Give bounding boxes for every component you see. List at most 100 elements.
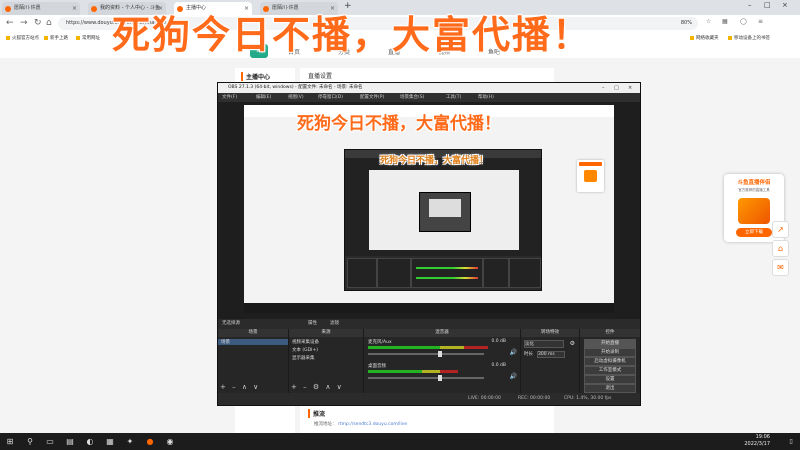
deep-nested-preview	[429, 199, 461, 217]
tab-1[interactable]: 愿陌川·许愿 ×	[2, 2, 80, 15]
menu-docks[interactable]: 停靠窗口(D)	[318, 93, 343, 102]
volume-slider[interactable]	[368, 351, 484, 357]
captured-taskbar	[244, 303, 614, 313]
studio-mode-button[interactable]: 工作室模式	[584, 366, 636, 375]
overlay-caption-deep: 死狗今日不播，大富代播！	[380, 156, 489, 166]
menu-edit[interactable]: 编辑(E)	[256, 93, 271, 102]
audio-mixer-dock: 混音器 麦克风/Aux 0.0 dB 桌面音频 0.0 dB 🔊 🔊	[364, 329, 521, 393]
account-icon[interactable]: ◯	[740, 18, 747, 25]
bookmark-item[interactable]: 移动设备上的书签	[728, 35, 770, 41]
nested-obs-docks	[345, 256, 541, 290]
menu-icon[interactable]: ≡	[758, 18, 763, 25]
properties-button[interactable]: 属性	[308, 319, 317, 329]
back-icon[interactable]: ←	[6, 18, 14, 28]
windows-taskbar: ⊞ ⚲ ▭ ▤ ◐ ▦ ✦ ● ◉ 19:06 2022/3/17 ▯	[0, 433, 800, 450]
maximize-icon[interactable]: □	[614, 83, 619, 93]
star-icon[interactable]: ☆	[706, 18, 711, 25]
rec-timer: REC: 00:00:00	[518, 396, 551, 401]
mixer-dock-title: 混音器	[364, 329, 520, 337]
slider-handle[interactable]	[438, 375, 442, 381]
menu-profile[interactable]: 配置文件(P)	[360, 93, 384, 102]
scene-controls[interactable]: + – ∧ ∨	[220, 383, 260, 391]
home-icon[interactable]: ⌂	[772, 240, 789, 257]
scenes-dock-title: 场景	[218, 329, 288, 337]
deep-nested-obs	[419, 192, 471, 232]
extensions-icon[interactable]: ▦	[722, 18, 728, 25]
obs-taskbar-icon[interactable]: ◉	[164, 436, 176, 447]
room-settings-title: 直播设置	[308, 73, 333, 80]
speaker-icon[interactable]: 🔊	[510, 373, 517, 380]
app-icon[interactable]: ✦	[124, 436, 136, 447]
maximize-icon[interactable]: □	[764, 1, 771, 9]
rtmp-section-title: 推流	[308, 409, 325, 418]
tab-label: 愿陌川·许愿	[14, 5, 41, 11]
transitions-dock-title: 转场特效	[521, 329, 579, 337]
menu-view[interactable]: 视图(V)	[288, 93, 304, 102]
nested-obs-preview	[345, 158, 541, 256]
menu-tools[interactable]: 工具(T)	[446, 93, 461, 102]
obs-menu-bar: 文件(F) 编辑(E) 视图(V) 停靠窗口(D) 配置文件(P) 场景集合(S…	[218, 93, 640, 102]
tab-favicon-icon	[5, 6, 11, 12]
search-icon[interactable]: ⚲	[24, 436, 36, 447]
reload-icon[interactable]: ↻	[34, 18, 42, 28]
download-button[interactable]: 立即下载	[736, 228, 772, 237]
source-item[interactable]: 视频采集设备	[292, 339, 319, 345]
start-streaming-button[interactable]: 开始直播	[584, 339, 636, 348]
zoom-level[interactable]: 80%	[681, 17, 692, 30]
forward-icon[interactable]: →	[20, 18, 28, 28]
virtual-camera-button[interactable]: 启动虚拟摄像机	[584, 357, 636, 366]
start-recording-button[interactable]: 开始录制	[584, 348, 636, 357]
source-item[interactable]: 文本 (GDI+)	[292, 347, 318, 353]
filters-button[interactable]: 滤镜	[330, 319, 339, 329]
menu-help[interactable]: 帮助(H)	[478, 93, 494, 102]
home-icon[interactable]: ⌂	[46, 18, 52, 28]
nested-dock	[483, 258, 509, 288]
close-icon[interactable]: ×	[628, 83, 632, 93]
start-icon[interactable]: ⊞	[4, 436, 16, 447]
rtmp-label: 推流地址：	[314, 422, 337, 427]
obs-preview[interactable]	[218, 102, 640, 319]
share-icon[interactable]: ↗	[772, 221, 789, 238]
volume-slider[interactable]	[368, 375, 484, 381]
exit-button[interactable]: 退出	[584, 384, 636, 393]
bookmark-item[interactable]: 新手上路	[44, 35, 68, 41]
mixer-channel-name: 麦克风/Aux	[368, 340, 392, 345]
ad-title: 斗鱼直播伴侣	[737, 180, 771, 186]
system-clock[interactable]: 19:06 2022/3/17	[744, 434, 770, 448]
explorer-icon[interactable]: ▤	[64, 436, 76, 447]
source-controls[interactable]: + – ⚙ ∧ ∨	[291, 383, 344, 391]
minimize-icon[interactable]: –	[748, 1, 752, 9]
nested-obs-window	[344, 149, 542, 291]
store-icon[interactable]: ▦	[104, 436, 116, 447]
close-window-icon[interactable]: ×	[782, 1, 788, 9]
transition-select[interactable]: 淡化	[524, 340, 564, 348]
rtmp-value[interactable]: rtmp://sendtc3.douyu.com/live	[338, 422, 407, 427]
captured-desktop	[244, 105, 614, 313]
transitions-dock: 转场特效 淡化 时长 300 ms ⚙	[521, 329, 580, 393]
minimize-icon[interactable]: –	[602, 83, 605, 93]
overlay-caption-main: 死狗今日不播，大富代播！	[112, 13, 593, 57]
controls-dock-title: 控件	[580, 329, 640, 337]
notification-icon[interactable]: ▯	[786, 436, 796, 447]
firefox-icon[interactable]: ●	[144, 436, 156, 447]
close-icon[interactable]: ×	[72, 2, 77, 15]
settings-button[interactable]: 设置	[584, 375, 636, 384]
scene-item[interactable]: 场景	[218, 339, 288, 345]
feedback-icon[interactable]: ✉	[772, 259, 789, 276]
bookmark-item[interactable]: 常用网址	[76, 35, 100, 41]
nested-desktop	[369, 170, 519, 250]
duration-input[interactable]: 300 ms	[537, 351, 565, 358]
source-item[interactable]: 显示器采集	[292, 355, 315, 361]
obs-title-text: OBS 27.1.3 (64-bit, windows) - 配置文件: 未命名…	[228, 85, 363, 90]
overlay-caption-nested: 死狗今日不播，大富代播！	[297, 114, 501, 134]
bookmark-item[interactable]: 火狐官方站点	[6, 35, 39, 41]
slider-handle[interactable]	[438, 351, 442, 357]
task-view-icon[interactable]: ▭	[44, 436, 56, 447]
menu-file[interactable]: 文件(F)	[222, 93, 237, 102]
edge-icon[interactable]: ◐	[84, 436, 96, 447]
gear-icon[interactable]: ⚙	[570, 340, 575, 347]
speaker-icon[interactable]: 🔊	[510, 349, 517, 356]
menu-scene-collection[interactable]: 场景集合(S)	[400, 93, 424, 102]
ad-subtitle: 官方推荐的直播工具	[738, 188, 770, 192]
bookmark-item[interactable]: 网络收藏夹	[690, 35, 719, 41]
